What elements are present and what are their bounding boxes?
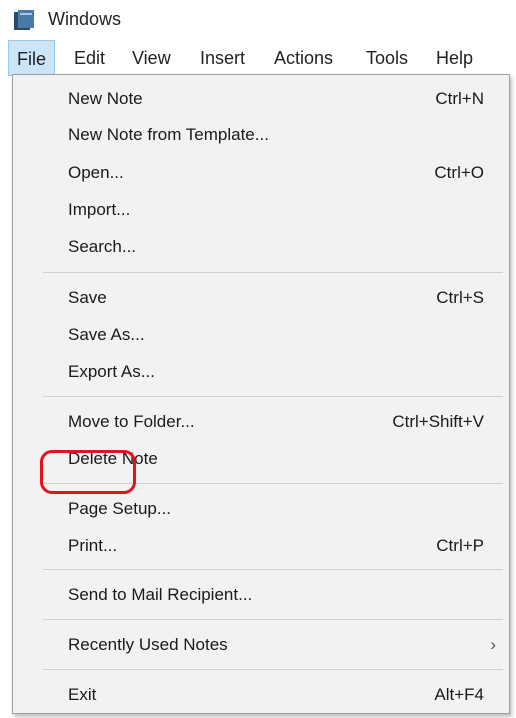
menu-item-shortcut: Ctrl+Shift+V (392, 412, 484, 431)
menu-tools[interactable]: Tools (358, 40, 416, 76)
window-title: Windows (48, 9, 122, 29)
menu-item-shortcut: Ctrl+N (435, 89, 484, 108)
menu-insert[interactable]: Insert (192, 40, 253, 76)
menu-file[interactable]: File (8, 40, 56, 76)
menu-item-label: Send to Mail Recipient... (68, 585, 253, 604)
menu-item-open[interactable]: Open... Ctrl+O (14, 155, 508, 191)
menu-help[interactable]: Help (428, 40, 481, 76)
menu-item-label: Search... (68, 237, 137, 256)
menu-item-recently-used-notes[interactable]: Recently Used Notes › (14, 627, 508, 663)
menu-item-label: New Note from Template... (68, 125, 269, 144)
menu-separator (43, 669, 503, 670)
menu-item-label: Exit (68, 685, 97, 704)
menu-item-label: Open... (68, 163, 124, 182)
menu-item-label: Page Setup... (68, 499, 172, 518)
menu-item-save-as[interactable]: Save As... (14, 317, 508, 353)
menu-item-shortcut: Alt+F4 (434, 685, 484, 704)
menu-separator (43, 569, 503, 570)
menu-item-save[interactable]: Save Ctrl+S (14, 280, 508, 316)
menu-item-shortcut: Ctrl+P (436, 536, 484, 555)
title-bar: Windows (0, 0, 516, 40)
menu-item-new-note-from-template[interactable]: New Note from Template... (14, 117, 508, 153)
menu-separator (43, 619, 503, 620)
menu-item-shortcut: Ctrl+S (436, 288, 484, 307)
menu-item-label: Export As... (68, 362, 155, 381)
menu-item-label: Move to Folder... (68, 412, 195, 431)
menu-item-label: New Note (68, 89, 143, 108)
menu-item-import[interactable]: Import... (14, 192, 508, 228)
menu-view[interactable]: View (124, 40, 179, 76)
file-menu-dropdown: New Note Ctrl+N New Note from Template..… (12, 74, 510, 714)
menu-item-label: Recently Used Notes (68, 635, 228, 654)
menu-item-label: Save (68, 288, 107, 307)
menu-item-shortcut: Ctrl+O (434, 163, 484, 182)
menu-item-send-to-mail-recipient[interactable]: Send to Mail Recipient... (14, 577, 508, 613)
menu-item-page-setup[interactable]: Page Setup... (14, 491, 508, 527)
menu-item-move-to-folder[interactable]: Move to Folder... Ctrl+Shift+V (14, 404, 508, 440)
menu-separator (43, 396, 503, 397)
print-highlight-ring (40, 450, 136, 494)
menu-separator (43, 272, 503, 273)
menu-item-search[interactable]: Search... (14, 229, 508, 265)
menu-item-export-as[interactable]: Export As... (14, 354, 508, 390)
menu-item-print[interactable]: Print... Ctrl+P (14, 528, 508, 564)
app-book-icon (14, 10, 34, 30)
menu-actions[interactable]: Actions (266, 40, 341, 76)
menu-bar: File Edit View Insert Actions Tools Help (0, 40, 516, 76)
menu-item-exit[interactable]: Exit Alt+F4 (14, 677, 508, 713)
menu-item-label: Save As... (68, 325, 145, 344)
menu-item-label: Print... (68, 536, 118, 555)
menu-edit[interactable]: Edit (66, 40, 113, 76)
menu-item-new-note[interactable]: New Note Ctrl+N (14, 81, 508, 117)
menu-item-label: Import... (68, 200, 131, 219)
chevron-right-icon: › (490, 635, 496, 654)
